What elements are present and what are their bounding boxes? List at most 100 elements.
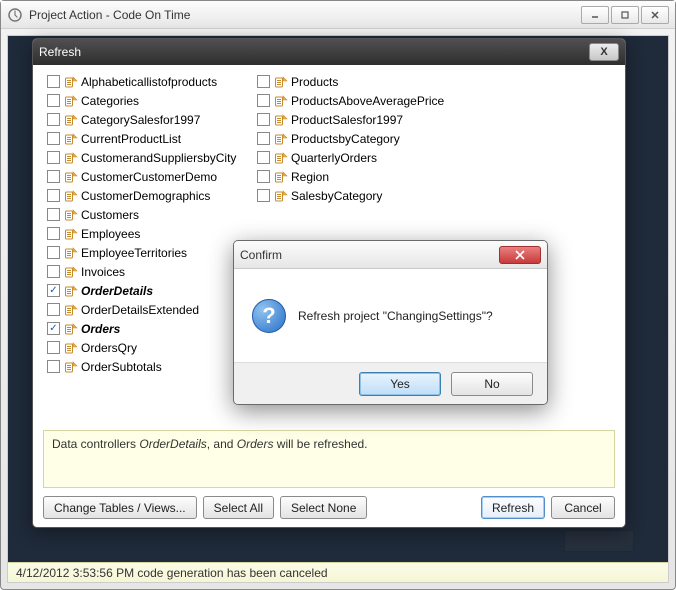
controller-icon xyxy=(63,74,78,89)
checkbox[interactable] xyxy=(47,227,60,240)
controller-item[interactable]: Products xyxy=(257,73,457,90)
app-title: Project Action - Code On Time xyxy=(29,8,575,22)
controller-label: OrderSubtotals xyxy=(81,360,162,374)
controller-icon xyxy=(63,150,78,165)
controller-item[interactable]: CategorySalesfor1997 xyxy=(47,111,247,128)
controller-item[interactable]: QuarterlyOrders xyxy=(257,149,457,166)
controller-item[interactable]: CustomerDemographics xyxy=(47,187,247,204)
select-none-button[interactable]: Select None xyxy=(280,496,367,519)
controller-item[interactable]: OrderSubtotals xyxy=(47,358,247,375)
checkbox[interactable] xyxy=(257,189,270,202)
controller-label: CustomerCustomerDemo xyxy=(81,170,217,184)
controller-label: CategorySalesfor1997 xyxy=(81,113,200,127)
controller-item[interactable]: Region xyxy=(257,168,457,185)
controller-icon xyxy=(63,283,78,298)
refresh-button-row: Change Tables / Views... Select All Sele… xyxy=(43,488,615,519)
checkbox[interactable] xyxy=(47,303,60,316)
app-window: Project Action - Code On Time Refresh X … xyxy=(0,0,676,590)
confirm-message: Refresh project "ChangingSettings"? xyxy=(298,309,493,323)
yes-button[interactable]: Yes xyxy=(359,372,441,396)
controller-item[interactable]: EmployeeTerritories xyxy=(47,244,247,261)
checkbox[interactable] xyxy=(257,132,270,145)
controller-item[interactable]: Alphabeticallistofproducts xyxy=(47,73,247,90)
checkbox[interactable] xyxy=(47,75,60,88)
controller-item[interactable]: ProductSalesfor1997 xyxy=(257,111,457,128)
checkbox[interactable] xyxy=(47,132,60,145)
controller-label: CurrentProductList xyxy=(81,132,181,146)
checkbox[interactable] xyxy=(47,113,60,126)
controller-icon xyxy=(63,131,78,146)
controller-item[interactable]: Employees xyxy=(47,225,247,242)
controller-icon xyxy=(63,112,78,127)
controller-label: SalesbyCategory xyxy=(291,189,382,203)
controller-item[interactable]: ProductsbyCategory xyxy=(257,130,457,147)
checkbox[interactable] xyxy=(47,246,60,259)
controller-icon xyxy=(273,74,288,89)
checkbox[interactable] xyxy=(257,94,270,107)
controller-label: ProductSalesfor1997 xyxy=(291,113,403,127)
checkbox[interactable] xyxy=(47,265,60,278)
controller-item[interactable]: CustomerandSuppliersbyCity xyxy=(47,149,247,166)
checkbox[interactable] xyxy=(47,208,60,221)
controller-icon xyxy=(273,188,288,203)
controller-label: Employees xyxy=(81,227,140,241)
controller-label: CustomerandSuppliersbyCity xyxy=(81,151,236,165)
controller-icon xyxy=(63,264,78,279)
no-button[interactable]: No xyxy=(451,372,533,396)
app-body: Refresh X Alphabeticallistofproducts Cate… xyxy=(7,35,669,583)
change-tables-button[interactable]: Change Tables / Views... xyxy=(43,496,197,519)
controller-icon xyxy=(63,321,78,336)
info-bold2: Orders xyxy=(237,437,274,451)
checkbox[interactable]: ✓ xyxy=(47,322,60,335)
controller-item[interactable]: OrderDetailsExtended xyxy=(47,301,247,318)
minimize-button[interactable] xyxy=(581,6,609,24)
confirm-title: Confirm xyxy=(240,248,282,262)
info-box: Data controllers OrderDetails, and Order… xyxy=(43,430,615,488)
controller-item[interactable]: Invoices xyxy=(47,263,247,280)
checkbox[interactable] xyxy=(47,341,60,354)
checkbox[interactable] xyxy=(47,151,60,164)
controller-label: OrderDetailsExtended xyxy=(81,303,199,317)
controller-item[interactable]: Categories xyxy=(47,92,247,109)
controller-item[interactable]: ProductsAboveAveragePrice xyxy=(257,92,457,109)
checkbox[interactable] xyxy=(257,170,270,183)
controller-icon xyxy=(273,131,288,146)
cancel-button[interactable]: Cancel xyxy=(551,496,615,519)
checkbox[interactable] xyxy=(47,94,60,107)
controller-item[interactable]: Customers xyxy=(47,206,247,223)
refresh-button[interactable]: Refresh xyxy=(481,496,545,519)
controller-icon xyxy=(63,93,78,108)
checkbox[interactable] xyxy=(47,170,60,183)
checkbox[interactable] xyxy=(257,113,270,126)
status-bar: 4/12/2012 3:53:56 PM code generation has… xyxy=(8,562,668,582)
refresh-title: Refresh xyxy=(39,45,81,59)
checkbox[interactable] xyxy=(257,75,270,88)
controller-item[interactable]: OrdersQry xyxy=(47,339,247,356)
info-suffix: will be refreshed. xyxy=(273,437,367,451)
controller-icon xyxy=(63,340,78,355)
controller-label: QuarterlyOrders xyxy=(291,151,377,165)
app-titlebar: Project Action - Code On Time xyxy=(1,1,675,29)
controller-label: Invoices xyxy=(81,265,125,279)
checkbox[interactable] xyxy=(47,189,60,202)
checkbox[interactable] xyxy=(257,151,270,164)
controller-item[interactable]: SalesbyCategory xyxy=(257,187,457,204)
checkbox[interactable]: ✓ xyxy=(47,284,60,297)
maximize-button[interactable] xyxy=(611,6,639,24)
backdrop-cancel-button xyxy=(564,530,634,552)
controller-item[interactable]: CurrentProductList xyxy=(47,130,247,147)
close-button[interactable] xyxy=(641,6,669,24)
controller-label: OrdersQry xyxy=(81,341,137,355)
controller-item[interactable]: ✓Orders xyxy=(47,320,247,337)
controller-label: OrderDetails xyxy=(81,284,153,298)
controller-item[interactable]: CustomerCustomerDemo xyxy=(47,168,247,185)
confirm-close-button[interactable] xyxy=(499,246,541,264)
window-controls xyxy=(581,6,669,24)
controller-label: Categories xyxy=(81,94,139,108)
checkbox[interactable] xyxy=(47,360,60,373)
refresh-close-button[interactable]: X xyxy=(589,43,619,61)
controller-item[interactable]: ✓ OrderDetails xyxy=(47,282,247,299)
controller-label: CustomerDemographics xyxy=(81,189,210,203)
info-bold1: OrderDetails xyxy=(139,437,206,451)
select-all-button[interactable]: Select All xyxy=(203,496,274,519)
